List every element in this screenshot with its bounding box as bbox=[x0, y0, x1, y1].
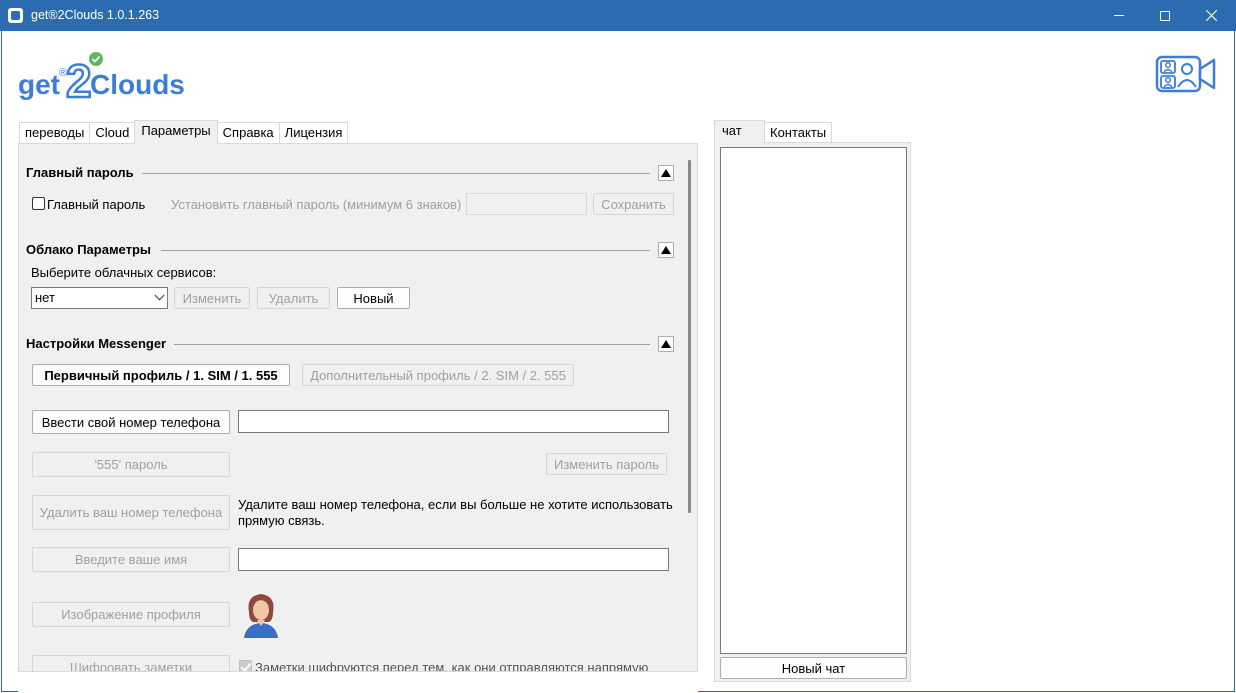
master-password-title: Главный пароль bbox=[26, 165, 134, 180]
chevron-down-icon bbox=[154, 290, 165, 301]
profile-avatar bbox=[244, 594, 278, 638]
svg-text:2: 2 bbox=[66, 55, 92, 105]
save-password-button[interactable]: Сохранить bbox=[593, 193, 674, 215]
section-divider bbox=[161, 250, 650, 251]
profile-image-button[interactable]: Изображение профиля bbox=[32, 602, 230, 627]
delete-phone-note: Удалите ваш номер телефона, если вы боль… bbox=[238, 497, 673, 528]
new-chat-button[interactable]: Новый чат bbox=[720, 657, 907, 679]
chat-list[interactable] bbox=[720, 147, 907, 654]
delete-phone-button[interactable]: Удалить ваш номер телефона bbox=[32, 495, 230, 530]
settings-panel bbox=[18, 143, 698, 673]
panel-border bbox=[18, 671, 698, 672]
main-tabs: переводы Cloud Параметры Справка Лицензи… bbox=[19, 120, 349, 144]
tab-contacts[interactable]: Контакты bbox=[764, 122, 833, 144]
select-cloud-label: Выберите облачных сервисов: bbox=[31, 265, 217, 280]
name-input[interactable] bbox=[238, 548, 669, 571]
tab-help[interactable]: Справка bbox=[216, 122, 280, 144]
password-555-button[interactable]: '555' пароль bbox=[32, 452, 230, 477]
edit-cloud-button[interactable]: Изменить bbox=[174, 287, 250, 309]
tab-cloud[interactable]: Cloud bbox=[89, 122, 136, 144]
tab-chat[interactable]: чат bbox=[714, 120, 765, 144]
phone-number-input[interactable] bbox=[238, 410, 669, 433]
video-call-icon[interactable] bbox=[1155, 55, 1217, 95]
section-divider bbox=[142, 173, 650, 174]
master-password-checkbox[interactable] bbox=[32, 197, 45, 210]
maximize-icon bbox=[1160, 10, 1170, 21]
primary-profile-button[interactable]: Первичный профиль / 1. SIM / 1. 555 bbox=[32, 364, 290, 386]
minimize-icon bbox=[1114, 15, 1124, 16]
app-icon bbox=[8, 8, 23, 23]
cloud-params-title: Облако Параметры bbox=[26, 242, 152, 257]
svg-text:get: get bbox=[18, 69, 60, 100]
change-password-button[interactable]: Изменить пароль bbox=[546, 453, 667, 475]
delete-cloud-button[interactable]: Удалить bbox=[257, 287, 330, 309]
maximize-button[interactable] bbox=[1142, 0, 1188, 31]
close-icon bbox=[1205, 10, 1217, 21]
cloud-service-select[interactable]: нет bbox=[31, 287, 168, 309]
secondary-profile-button[interactable]: Дополнительный профиль / 2. SIM / 2. 555 bbox=[302, 364, 574, 386]
collapse-cloud-params-button[interactable] bbox=[658, 242, 674, 258]
set-master-password-label: Установить главный пароль (минимум 6 зна… bbox=[171, 197, 462, 212]
messenger-settings-title: Настройки Messenger bbox=[26, 336, 167, 351]
get2clouds-logo: get ® 2 Clouds bbox=[18, 52, 185, 105]
collapse-master-password-button[interactable] bbox=[658, 165, 674, 181]
panel-bottom-edge bbox=[18, 672, 698, 693]
window-title: get®2Clouds 1.0.1.263 bbox=[31, 8, 160, 22]
title-bar: get®2Clouds 1.0.1.263 bbox=[0, 0, 1236, 31]
svg-text:Clouds: Clouds bbox=[90, 69, 185, 100]
cloud-service-select-value: нет bbox=[35, 290, 55, 305]
master-password-input[interactable] bbox=[466, 193, 587, 215]
collapse-messenger-button[interactable] bbox=[658, 336, 674, 352]
enter-phone-button[interactable]: Ввести свой номер телефона bbox=[32, 410, 230, 434]
vertical-scrollbar[interactable] bbox=[688, 160, 691, 513]
enter-name-button[interactable]: Введите ваше имя bbox=[32, 547, 230, 572]
minimize-button[interactable] bbox=[1096, 0, 1142, 31]
tab-settings[interactable]: Параметры bbox=[134, 120, 218, 144]
tab-transfers[interactable]: переводы bbox=[19, 122, 91, 144]
tab-license[interactable]: Лицензия bbox=[278, 122, 349, 144]
section-divider bbox=[174, 344, 650, 345]
chat-tabs: чат Контакты bbox=[714, 120, 833, 144]
close-button[interactable] bbox=[1188, 0, 1234, 31]
master-password-checkbox-label: Главный пароль bbox=[47, 197, 146, 212]
new-cloud-button[interactable]: Новый bbox=[337, 287, 410, 309]
